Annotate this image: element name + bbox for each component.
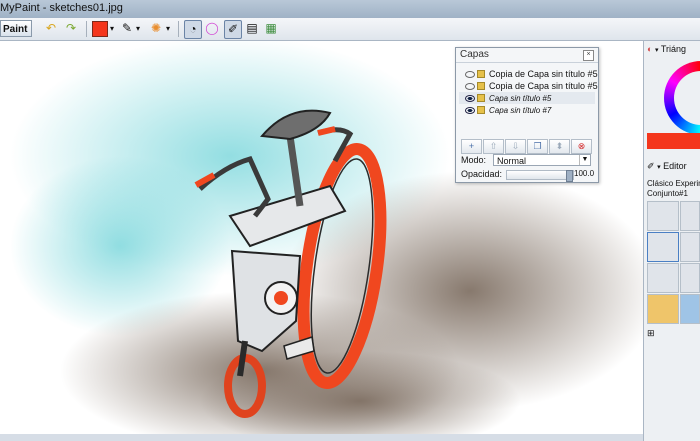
opacity-slider[interactable] xyxy=(506,170,574,182)
redo-icon[interactable]: ↷ xyxy=(64,20,78,37)
toolbar-separator xyxy=(86,21,87,37)
opacity-value: 100.0 xyxy=(574,169,595,178)
color-dropdown-icon[interactable]: ▾ xyxy=(108,20,116,37)
settings-dropdown-icon[interactable]: ▾ xyxy=(164,20,172,37)
layer-row[interactable]: Capa sin título #7 xyxy=(459,104,595,116)
eye-visible-icon[interactable] xyxy=(465,95,475,102)
title-bar: MyPaint - sketches01.jpg xyxy=(0,0,700,18)
layers-panel: Capas × Copia de Capa sin título #5 Copi… xyxy=(455,47,599,183)
color-ring-icon[interactable]: ◯ xyxy=(205,20,219,37)
brush-dropdown-icon[interactable]: ▾ xyxy=(134,20,142,37)
undo-icon[interactable]: ↶ xyxy=(44,20,58,37)
eye-hidden-icon[interactable] xyxy=(465,71,475,78)
layer-name: Capa sin título #7 xyxy=(489,106,552,115)
color-swatch-button[interactable] xyxy=(92,21,108,37)
layer-row[interactable]: Copia de Capa sin título #5 xyxy=(459,68,598,80)
settings-gear-icon[interactable]: ✺ xyxy=(149,20,163,37)
window-title: MyPaint - sketches01.jpg xyxy=(0,2,123,14)
current-color-bar[interactable] xyxy=(647,133,700,149)
editor-panel-title: Editor xyxy=(663,161,687,171)
chevron-down-icon: ▼ xyxy=(579,155,590,165)
layer-buttons: + ⇧ ⇩ ❐ ⬍ ⊗ xyxy=(459,139,595,154)
brush-preset[interactable] xyxy=(680,201,700,231)
eye-hidden-icon[interactable] xyxy=(465,83,475,90)
right-dock: ◐ ▾ Triáng ✐ ▾ Editor Clásico Experim Co… xyxy=(643,41,700,441)
brush-icon[interactable]: ✎ xyxy=(120,20,134,37)
layer-row[interactable]: Copia de Capa sin título #5 xyxy=(459,80,598,92)
brush-preset[interactable] xyxy=(647,263,679,293)
color-panel-header[interactable]: ◐ ▾ Triáng xyxy=(647,44,686,54)
lock-icon[interactable] xyxy=(477,82,485,90)
chevron-down-icon: ▾ xyxy=(654,47,659,54)
opacity-label: Opacidad: xyxy=(461,169,503,179)
chevron-down-icon: ▾ xyxy=(657,164,661,171)
brush-preset[interactable] xyxy=(680,232,700,262)
brush-preset[interactable] xyxy=(647,201,679,231)
brush-icon: ✐ xyxy=(647,161,655,171)
brush-preset[interactable] xyxy=(680,294,700,324)
menu-button-label: Paint xyxy=(3,24,28,35)
brush-preset[interactable] xyxy=(680,263,700,293)
close-icon[interactable]: × xyxy=(583,50,594,61)
brush-editor-icon[interactable]: ✐ xyxy=(224,20,242,39)
mode-label: Modo: xyxy=(461,155,487,165)
layer-name: Capa sin título #5 xyxy=(489,94,552,103)
delete-layer-icon[interactable]: ⊗ xyxy=(571,139,592,154)
brush-preset[interactable] xyxy=(647,294,679,324)
editor-panel-header[interactable]: ✐ ▾ Editor xyxy=(647,161,687,172)
lock-icon[interactable] xyxy=(477,70,485,78)
blend-mode-select[interactable]: Normal ▼ xyxy=(493,154,591,166)
add-brush-icon[interactable]: ⊞ xyxy=(647,328,655,339)
blend-mode-value: Normal xyxy=(497,156,527,166)
toolbar-separator xyxy=(178,21,179,37)
main-toolbar: Paint ▾ ↶ ↷ ▾ ✎ ▾ ✺ ▾ ◔ ◯ ✐ ▤ ▦ xyxy=(0,18,700,52)
layers-icon[interactable]: ▤ xyxy=(245,20,259,37)
brush-set-line2[interactable]: Conjunto#1 xyxy=(647,189,688,198)
eye-visible-icon[interactable] xyxy=(465,107,475,114)
menu-button[interactable]: Paint ▾ xyxy=(0,20,32,52)
move-down-icon[interactable]: ⇩ xyxy=(505,139,526,154)
layers-panel-title: Capas xyxy=(456,48,598,63)
color-panel-title: Triáng xyxy=(660,44,686,54)
merge-icon[interactable]: ⬍ xyxy=(549,139,570,154)
add-layer-icon[interactable]: + xyxy=(461,139,482,154)
layer-name: Copia de Capa sin título #5 xyxy=(489,81,598,91)
lock-icon[interactable] xyxy=(477,94,485,102)
brush-preset-selected[interactable] xyxy=(647,232,679,262)
layer-row[interactable]: Capa sin título #5 xyxy=(459,92,595,104)
brush-set-name: Conjunto#1 xyxy=(647,189,688,198)
status-bar xyxy=(0,434,643,441)
color-circle-icon[interactable]: ◔ xyxy=(184,20,202,39)
slider-handle[interactable] xyxy=(566,170,573,182)
lock-icon[interactable] xyxy=(477,106,485,114)
color-triangle-icon: ◐ xyxy=(647,44,653,54)
duplicate-icon[interactable]: ❐ xyxy=(527,139,548,154)
palette-icon[interactable]: ▦ xyxy=(264,20,278,37)
layer-name: Copia de Capa sin título #5 xyxy=(489,69,598,79)
move-up-icon[interactable]: ⇧ xyxy=(483,139,504,154)
brush-set-line1: Clásico Experim xyxy=(647,179,700,188)
